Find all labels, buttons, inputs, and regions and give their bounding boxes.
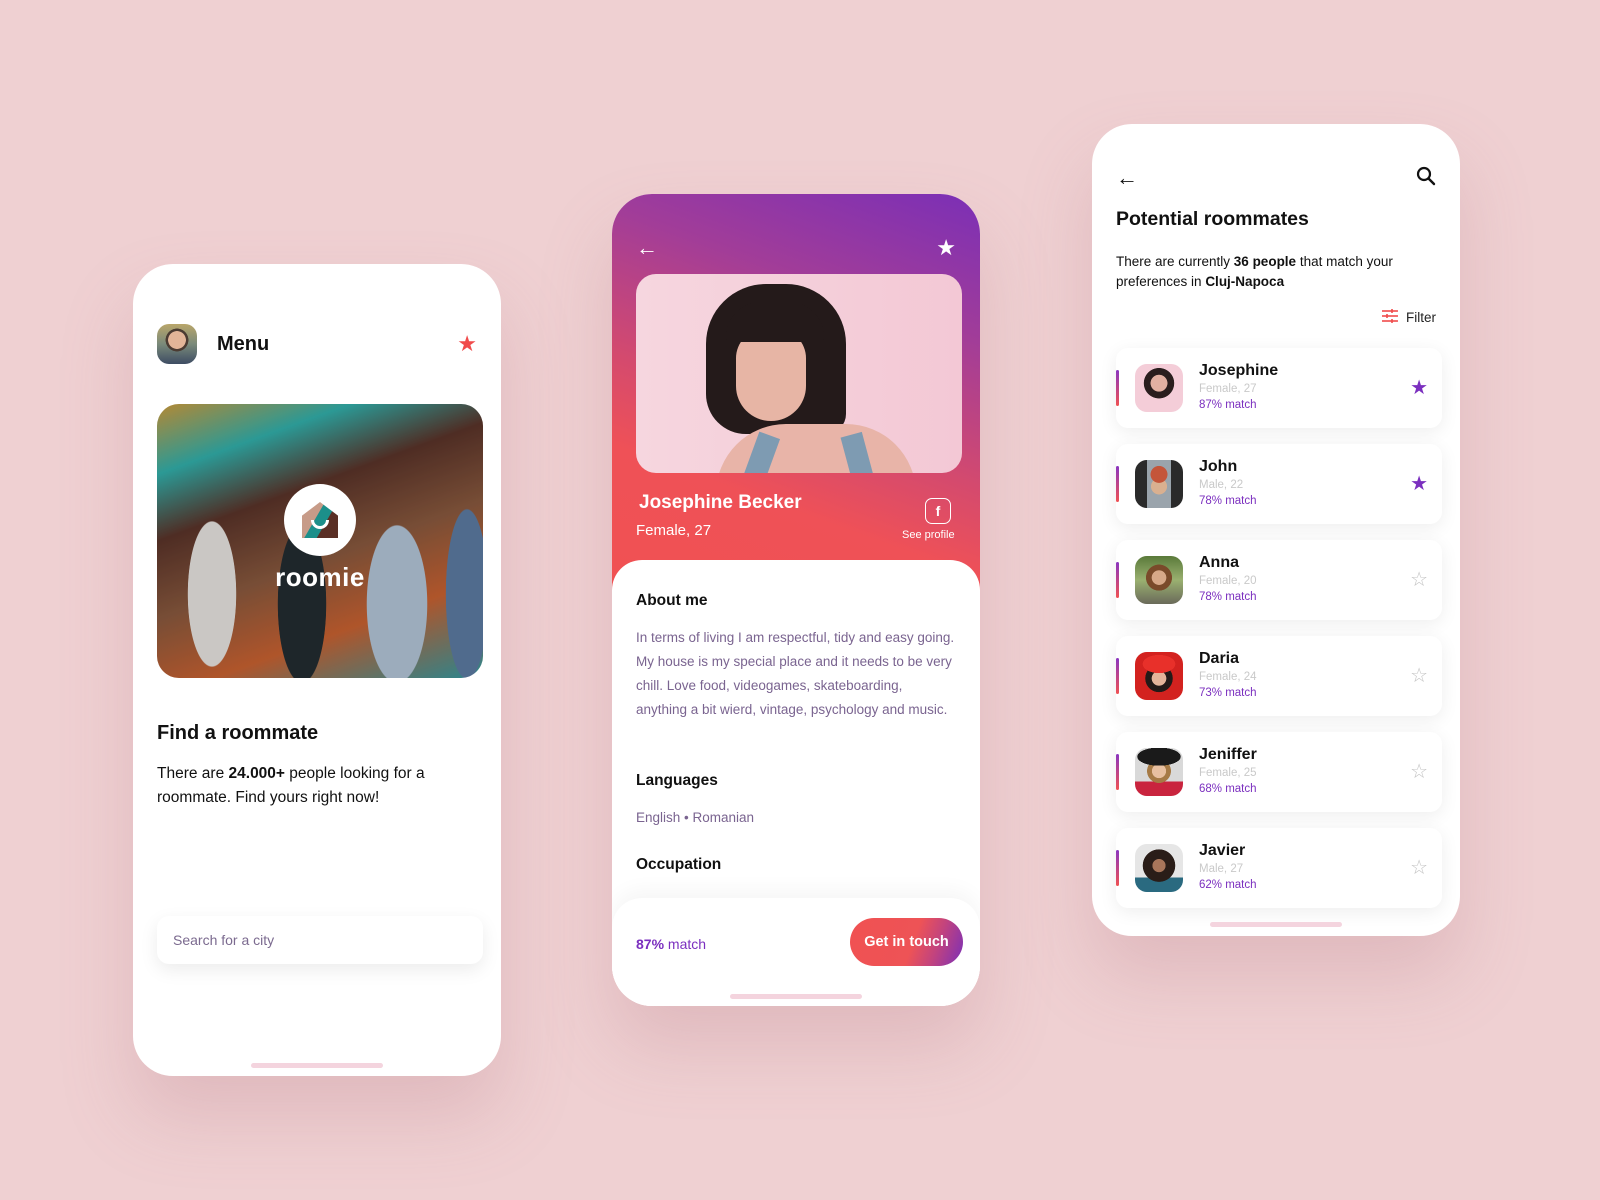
star-filled-icon[interactable]: ★ bbox=[1410, 471, 1428, 496]
roommate-name: John bbox=[1199, 458, 1238, 475]
card-accent bbox=[1116, 754, 1119, 790]
filter-button[interactable]: Filter bbox=[1382, 309, 1436, 326]
profile-subtitle: Female, 27 bbox=[636, 522, 712, 539]
profile-topbar: ← ★ bbox=[636, 234, 956, 262]
card-accent bbox=[1116, 850, 1119, 886]
back-arrow-icon[interactable]: ← bbox=[636, 235, 658, 261]
star-outline-icon[interactable]: ☆ bbox=[1410, 567, 1428, 592]
home-indicator[interactable] bbox=[1210, 922, 1342, 927]
roommate-detail: Female, 24 bbox=[1199, 671, 1257, 683]
home-indicator[interactable] bbox=[251, 1063, 383, 1068]
roommate-detail: Female, 25 bbox=[1199, 767, 1257, 779]
profile-name: Josephine Becker bbox=[639, 492, 802, 513]
match-label: match bbox=[664, 936, 707, 952]
roommate-card[interactable]: Josephine Female, 27 87% match ★ bbox=[1116, 348, 1442, 428]
roommate-match: 68% match bbox=[1199, 783, 1257, 795]
see-profile-link[interactable]: See profile bbox=[902, 529, 955, 541]
roommate-card[interactable]: John Male, 22 78% match ★ bbox=[1116, 444, 1442, 524]
photo-bangs bbox=[726, 302, 824, 342]
roommate-card[interactable]: Anna Female, 20 78% match ☆ bbox=[1116, 540, 1442, 620]
match-summary: There are currently 36 people that match… bbox=[1116, 252, 1426, 292]
summary-count: 36 people bbox=[1233, 254, 1297, 269]
logo-text: roomie bbox=[275, 562, 365, 592]
profile-photo bbox=[636, 274, 962, 473]
roommate-match: 87% match bbox=[1199, 399, 1257, 411]
avatar bbox=[1135, 844, 1183, 892]
profile-screen: ← ★ Josephine Becker Female, 27 f See pr… bbox=[612, 194, 980, 1006]
sliders-icon bbox=[1382, 309, 1398, 326]
card-accent bbox=[1116, 466, 1119, 502]
star-outline-icon[interactable]: ☆ bbox=[1410, 759, 1428, 784]
roommate-detail: Female, 20 bbox=[1199, 575, 1257, 587]
find-roommate-description: There are 24.000+ people looking for a r… bbox=[157, 762, 447, 810]
city-search-input[interactable] bbox=[157, 916, 483, 964]
roommate-match: 78% match bbox=[1199, 495, 1257, 507]
avatar bbox=[1135, 652, 1183, 700]
match-percent: 87% bbox=[636, 936, 665, 952]
roommate-name: Anna bbox=[1199, 554, 1239, 571]
roommate-match: 73% match bbox=[1199, 687, 1257, 699]
summary-prefix: There are currently bbox=[1116, 254, 1234, 269]
back-arrow-icon[interactable]: ← bbox=[1116, 165, 1138, 191]
search-icon[interactable] bbox=[1416, 166, 1436, 191]
menu-screen: Menu ★ roomie Find a roommate There are … bbox=[133, 264, 501, 1076]
star-outline-icon[interactable]: ☆ bbox=[1410, 855, 1428, 880]
roommate-name: Javier bbox=[1199, 842, 1246, 859]
avatar bbox=[1135, 748, 1183, 796]
profile-header: ← ★ Josephine Becker Female, 27 f See pr… bbox=[612, 194, 980, 594]
roomie-logo bbox=[284, 484, 356, 556]
roommate-name: Jeniffer bbox=[1199, 746, 1257, 763]
page-title: Potential roommates bbox=[1116, 208, 1309, 230]
roommates-list: Josephine Female, 27 87% match ★ John Ma… bbox=[1116, 348, 1442, 924]
languages-text: English • Romanian bbox=[636, 810, 755, 825]
roommate-name: Daria bbox=[1199, 650, 1240, 667]
roommates-screen: ← Potential roommates There are currentl… bbox=[1092, 124, 1460, 936]
star-icon[interactable]: ★ bbox=[457, 331, 477, 357]
roommate-name: Josephine bbox=[1199, 362, 1279, 379]
roommate-detail: Male, 22 bbox=[1199, 479, 1244, 491]
card-accent bbox=[1116, 562, 1119, 598]
find-roommate-heading: Find a roommate bbox=[157, 722, 319, 744]
roommate-match: 62% match bbox=[1199, 879, 1257, 891]
match-score: 87% match bbox=[636, 936, 706, 952]
menu-title: Menu bbox=[217, 332, 270, 355]
roommate-detail: Male, 27 bbox=[1199, 863, 1244, 875]
facebook-icon[interactable]: f bbox=[925, 498, 951, 524]
home-indicator[interactable] bbox=[730, 994, 862, 999]
get-in-touch-button[interactable]: Get in touch bbox=[850, 918, 963, 966]
about-title: About me bbox=[636, 592, 708, 609]
people-count: 24.000+ bbox=[228, 765, 285, 782]
filter-label: Filter bbox=[1406, 310, 1436, 325]
card-accent bbox=[1116, 658, 1119, 694]
photo-face bbox=[736, 329, 806, 421]
card-accent bbox=[1116, 370, 1119, 406]
roommate-card[interactable]: Javier Male, 27 62% match ☆ bbox=[1116, 828, 1442, 908]
star-icon[interactable]: ★ bbox=[936, 235, 956, 261]
roommate-detail: Female, 27 bbox=[1199, 383, 1257, 395]
desc-prefix: There are bbox=[157, 765, 229, 782]
house-icon bbox=[302, 502, 338, 538]
profile-footer: 87% match Get in touch bbox=[612, 898, 980, 1006]
roommate-card[interactable]: Jeniffer Female, 25 68% match ☆ bbox=[1116, 732, 1442, 812]
user-avatar[interactable] bbox=[157, 324, 197, 364]
occupation-title: Occupation bbox=[636, 856, 722, 873]
roommate-match: 78% match bbox=[1199, 591, 1257, 603]
about-text: In terms of living I am respectful, tidy… bbox=[636, 630, 955, 717]
summary-city: Cluj-Napoca bbox=[1205, 274, 1285, 289]
roommates-topbar: ← bbox=[1116, 164, 1436, 192]
star-outline-icon[interactable]: ☆ bbox=[1410, 663, 1428, 688]
star-filled-icon[interactable]: ★ bbox=[1410, 375, 1428, 400]
avatar bbox=[1135, 364, 1183, 412]
avatar bbox=[1135, 556, 1183, 604]
languages-title: Languages bbox=[636, 772, 718, 789]
avatar bbox=[1135, 460, 1183, 508]
roommate-card[interactable]: Daria Female, 24 73% match ☆ bbox=[1116, 636, 1442, 716]
smile-icon bbox=[311, 520, 329, 529]
hero-image: roomie bbox=[157, 404, 483, 678]
menu-header: Menu ★ bbox=[157, 324, 477, 364]
